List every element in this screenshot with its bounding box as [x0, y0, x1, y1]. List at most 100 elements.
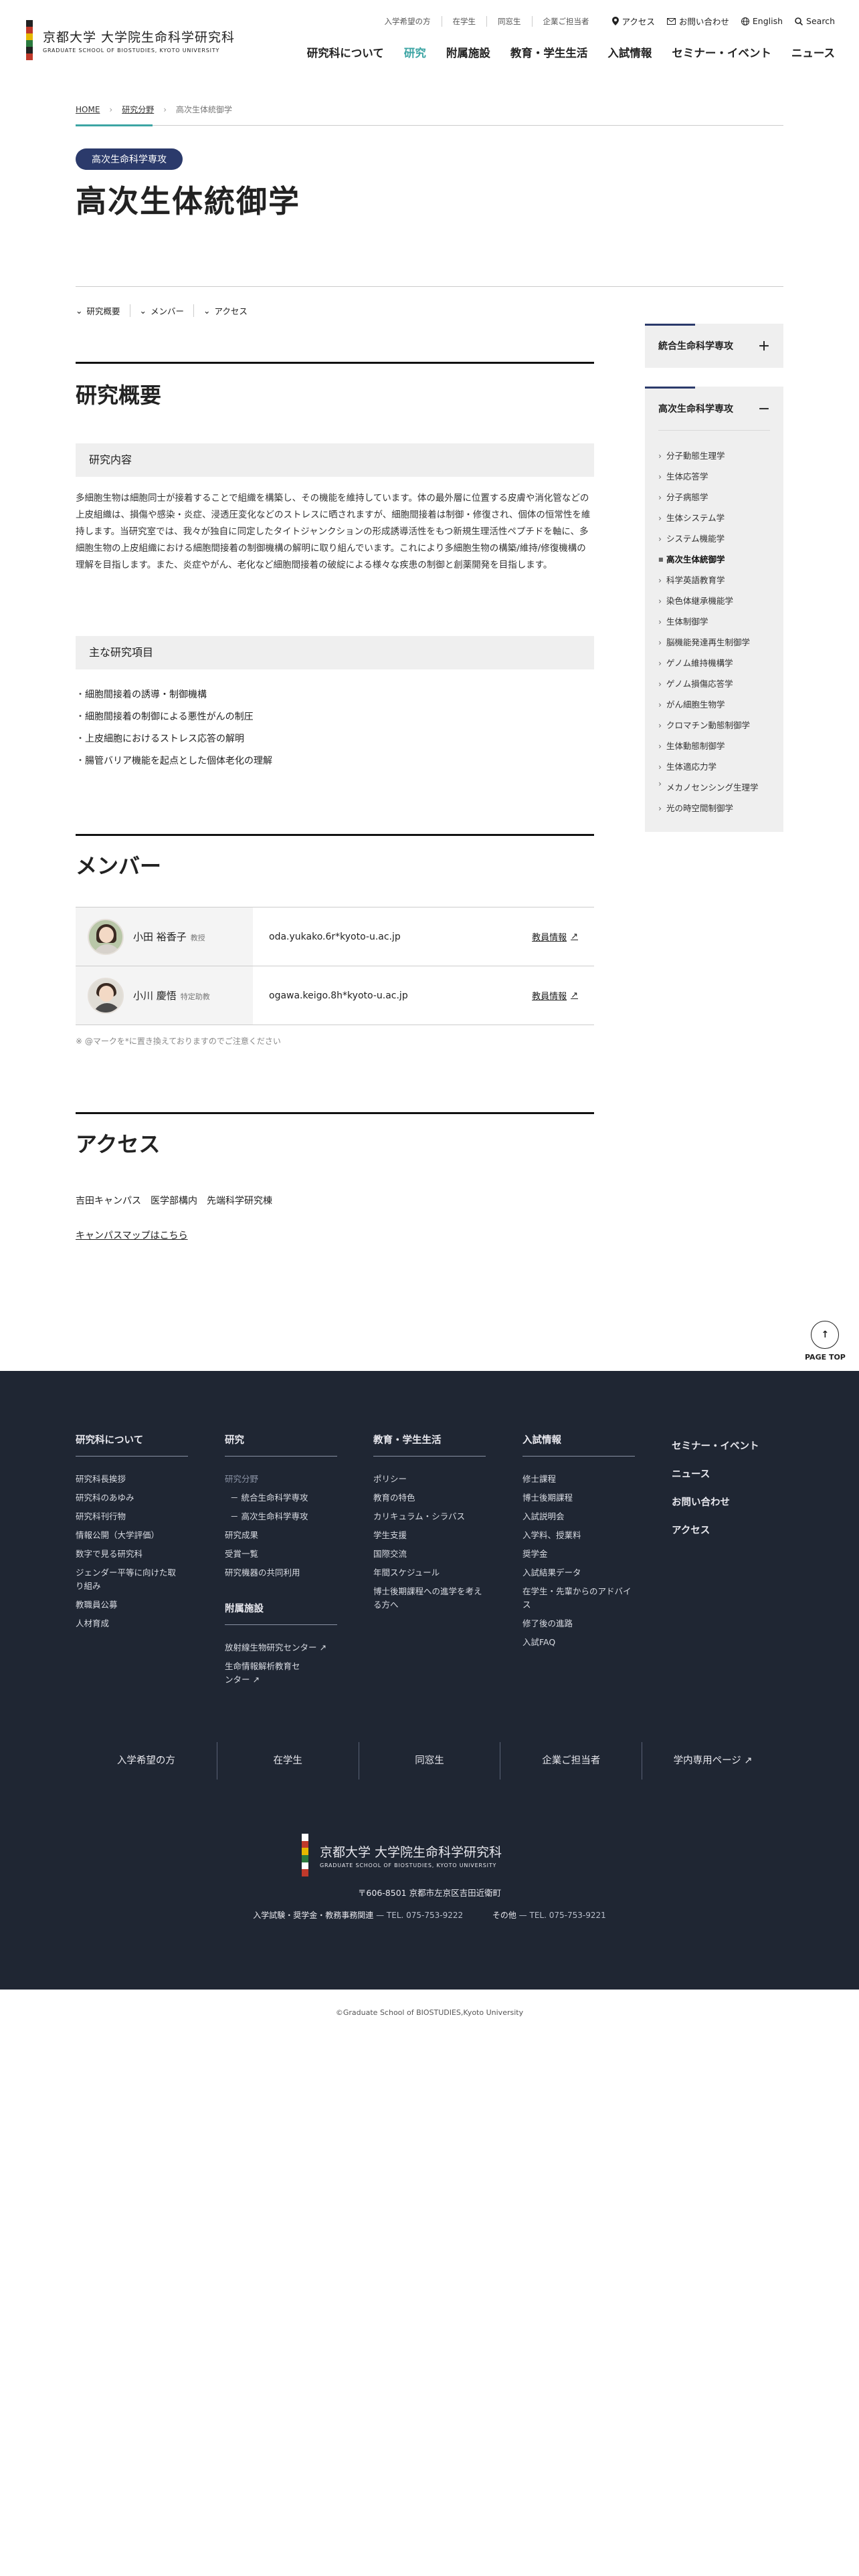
anchor-overview[interactable]: ⌄ 研究概要: [76, 304, 130, 317]
contact-link[interactable]: お問い合わせ: [666, 15, 729, 27]
footer-link[interactable]: 年間スケジュール: [373, 1564, 500, 1582]
footer-link[interactable]: 放射線生物研究センター ↗: [225, 1638, 352, 1657]
sidebar-item[interactable]: 生体システム学: [658, 508, 770, 528]
sidebar-item[interactable]: 科学英語教育学: [658, 570, 770, 591]
footer-link[interactable]: 研究成果: [225, 1526, 352, 1545]
sidebar-item[interactable]: ゲノム損傷応答学: [658, 673, 770, 694]
footer-link[interactable]: 研究科のあゆみ: [76, 1489, 203, 1507]
footer-col-title[interactable]: 教育・学生生活: [373, 1432, 486, 1457]
footer-link[interactable]: － 統合生命科学専攻: [225, 1489, 352, 1507]
sidebar-item[interactable]: 染色体継承機能学: [658, 591, 770, 611]
campus-map-link[interactable]: キャンパスマップはこちら: [76, 1228, 188, 1242]
footer-link[interactable]: 情報公開（大学評価）: [76, 1526, 203, 1545]
footer-audience-link[interactable]: 在学生: [216, 1742, 359, 1780]
sidebar-toggle-integrated[interactable]: 統合生命科学専攻 ＋: [645, 324, 783, 368]
footer-audience-link[interactable]: 企業ご担当者: [500, 1742, 642, 1780]
footer-link[interactable]: 入試説明会: [522, 1507, 650, 1526]
footer-link[interactable]: 研究分野: [225, 1470, 352, 1489]
english-label: English: [752, 16, 783, 26]
footer-link-access[interactable]: アクセス: [672, 1517, 759, 1545]
footer-link[interactable]: 教育の特色: [373, 1489, 500, 1507]
footer-link[interactable]: 研究科刊行物: [76, 1507, 203, 1526]
footer-col-title[interactable]: 研究: [225, 1432, 337, 1457]
site-header: 京都大学 大学院生命科学研究科 GRADUATE SCHOOL OF BIOST…: [0, 0, 859, 79]
sidebar-item[interactable]: がん細胞生物学: [658, 694, 770, 715]
footer-link[interactable]: 博士後期課程への進学を考える方へ: [373, 1582, 484, 1614]
footer-logo[interactable]: 京都大学 大学院生命科学研究科 GRADUATE SCHOOL OF BIOST…: [300, 1834, 502, 1877]
footer-link[interactable]: ジェンダー平等に向けた取り組み: [76, 1564, 176, 1596]
contact-label: 入学試験・奨学金・教務事務関連: [253, 1911, 374, 1920]
sidebar-item[interactable]: 分子病態学: [658, 487, 770, 508]
gnav-research[interactable]: 研究: [404, 44, 426, 60]
breadcrumb-home[interactable]: HOME: [76, 105, 100, 114]
footer-col-title[interactable]: 入試情報: [522, 1432, 635, 1457]
list-item: 上皮細胞におけるストレス応答の解明: [76, 728, 272, 750]
sidebar-item[interactable]: 生体制御学: [658, 611, 770, 632]
footer-link[interactable]: 在学生・先輩からのアドバイス: [522, 1582, 633, 1614]
footer-link[interactable]: － 高次生命科学専攻: [225, 1507, 352, 1526]
research-items-heading: 主な研究項目: [76, 636, 594, 669]
footer-link[interactable]: 生命情報解析教育センター ↗: [225, 1657, 305, 1689]
sidebar-item[interactable]: 生体動態制御学: [658, 736, 770, 756]
sidebar-item[interactable]: 分子動態生理学: [658, 445, 770, 466]
faculty-info-link[interactable]: 教員情報 ↗: [532, 930, 594, 943]
sidebar-item[interactable]: 生体応答学: [658, 466, 770, 487]
footer-audience-link[interactable]: 同窓生: [358, 1742, 500, 1780]
footer-link[interactable]: 博士後期課程: [522, 1489, 650, 1507]
footer-link-seminars[interactable]: セミナー・イベント: [672, 1432, 759, 1461]
page-top-button[interactable]: ↑ PAGE TOP: [805, 1321, 846, 1362]
access-link[interactable]: アクセス: [611, 15, 655, 27]
footer-col-title[interactable]: 研究科について: [76, 1432, 188, 1457]
footer-link[interactable]: 国際交流: [373, 1545, 500, 1564]
footer-audience-link[interactable]: 入学希望の方: [76, 1742, 217, 1780]
member-email: oda.yukako.6r*kyoto-u.ac.jp: [269, 931, 401, 942]
sidebar-item[interactable]: 生体適応力学: [658, 756, 770, 777]
footer-link[interactable]: 教職員公募: [76, 1596, 203, 1614]
footer-link[interactable]: 奨学金: [522, 1545, 650, 1564]
anchor-members[interactable]: ⌄ メンバー: [129, 304, 194, 317]
sidebar-item[interactable]: ゲノム維持機構学: [658, 653, 770, 673]
gnav-admissions[interactable]: 入試情報: [607, 44, 652, 60]
sidebar-item[interactable]: システム機能学: [658, 528, 770, 549]
breadcrumb-current: 高次生体統御学: [176, 105, 233, 114]
utility-link-students[interactable]: 在学生: [441, 15, 487, 27]
site-logo[interactable]: 京都大学 大学院生命科学研究科 GRADUATE SCHOOL OF BIOST…: [24, 20, 235, 60]
footer-link-news[interactable]: ニュース: [672, 1461, 759, 1489]
gnav-education[interactable]: 教育・学生生活: [510, 44, 588, 60]
footer-link[interactable]: 入試結果データ: [522, 1564, 650, 1582]
utility-link-companies[interactable]: 企業ご担当者: [531, 15, 600, 27]
footer-link[interactable]: 研究科長挨拶: [76, 1470, 203, 1489]
faculty-info-link[interactable]: 教員情報 ↗: [532, 989, 594, 1002]
gnav-about[interactable]: 研究科について: [307, 44, 384, 60]
footer-link[interactable]: 入学料、授業料: [522, 1526, 650, 1545]
gnav-news[interactable]: ニュース: [791, 44, 835, 60]
gnav-facilities[interactable]: 附属施設: [446, 44, 490, 60]
footer-link[interactable]: 修士課程: [522, 1470, 650, 1489]
footer-link[interactable]: 修了後の進路: [522, 1614, 650, 1633]
footer-col-title[interactable]: 附属施設: [225, 1601, 337, 1625]
footer-link[interactable]: 数字で見る研究科: [76, 1545, 203, 1564]
english-link[interactable]: English: [741, 16, 783, 26]
sidebar-toggle-advanced[interactable]: 高次生命科学専攻 －: [658, 387, 770, 431]
footer-link[interactable]: カリキュラム・シラバス: [373, 1507, 500, 1526]
breadcrumb-research-fields[interactable]: 研究分野: [122, 104, 154, 115]
utility-link-alumni[interactable]: 同窓生: [486, 15, 532, 27]
sidebar-item[interactable]: クロマチン動態制御学: [658, 715, 770, 736]
footer-link[interactable]: 学生支援: [373, 1526, 500, 1545]
sidebar-item[interactable]: メカノセンシング生理学: [658, 777, 770, 798]
sidebar-item[interactable]: 脳機能発達再生制御学: [658, 632, 770, 653]
anchor-access[interactable]: ⌄ アクセス: [193, 304, 257, 317]
footer-link[interactable]: 入試FAQ: [522, 1633, 650, 1652]
search-button[interactable]: Search: [795, 16, 835, 26]
sidebar-item[interactable]: 光の時空間制御学: [658, 798, 770, 819]
footer-link[interactable]: 受賞一覧: [225, 1545, 352, 1564]
anchor-label: メンバー: [150, 306, 184, 316]
footer-link[interactable]: 研究機器の共同利用: [225, 1564, 352, 1582]
footer-link[interactable]: 人材育成: [76, 1614, 203, 1633]
footer-audience-link[interactable]: 学内専用ページ ↗: [642, 1742, 783, 1780]
footer-link-contact[interactable]: お問い合わせ: [672, 1489, 759, 1517]
sidebar-item-current[interactable]: 高次生体統御学: [658, 549, 770, 570]
utility-link-applicants[interactable]: 入学希望の方: [374, 16, 442, 27]
gnav-seminars[interactable]: セミナー・イベント: [672, 44, 771, 60]
footer-link[interactable]: ポリシー: [373, 1470, 500, 1489]
